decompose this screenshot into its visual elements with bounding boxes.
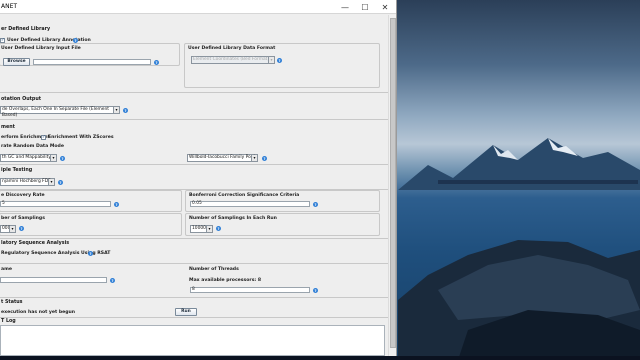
help-icon[interactable]: ? — [19, 226, 24, 231]
close-icon[interactable]: ✕ — [374, 1, 396, 13]
correction-pool-value: Willbold-Iacobucci Family Pools — [189, 155, 257, 160]
samplings-dropdown[interactable]: 000 ▾ — [0, 225, 16, 233]
chevron-down-icon: ▾ — [251, 155, 257, 161]
browse-button[interactable]: Browse — [3, 58, 30, 66]
chevron-down-icon: ▾ — [50, 155, 56, 161]
help-icon[interactable]: ? — [88, 251, 93, 256]
correction-pool-dropdown[interactable]: Willbold-Iacobucci Family Pools ▾ — [187, 154, 258, 162]
help-icon[interactable]: ? — [216, 226, 221, 231]
minimize-icon[interactable]: — — [334, 1, 356, 13]
fdr-label: e Discovery Rate — [1, 193, 45, 198]
divider — [0, 297, 388, 298]
multiple-testing-value: njamini Hochberg FDR — [2, 179, 52, 184]
samplings-each-run-dropdown[interactable]: 10000 ▾ — [190, 225, 213, 233]
coastal-rocks-illustration — [398, 240, 640, 360]
random-data-mode-value: th GC and Mappability — [2, 155, 51, 160]
help-icon[interactable]: ? — [154, 60, 159, 65]
help-icon[interactable]: ? — [110, 278, 115, 283]
chevron-down-icon: ▾ — [206, 226, 212, 232]
status-section-title: t Status — [1, 300, 23, 305]
help-icon[interactable]: ? — [58, 180, 63, 185]
job-name-label: ame — [1, 267, 13, 272]
annotation-output-mode-dropdown[interactable]: de Overlaps, Each One In Separate File (… — [0, 106, 120, 118]
divider — [0, 263, 388, 264]
help-icon[interactable]: ? — [313, 288, 318, 293]
log-textarea[interactable] — [0, 325, 385, 356]
input-file-label: User Defined Library Input File — [1, 46, 81, 51]
settings-form: er Defined Library ✓ User Defined Librar… — [0, 15, 388, 356]
maximize-icon[interactable]: ☐ — [354, 1, 376, 13]
annotation-output-section-title: otation Output — [1, 97, 42, 102]
job-name-field[interactable] — [0, 277, 107, 283]
fdr-field[interactable]: 5 — [0, 201, 111, 207]
help-icon[interactable]: ? — [123, 108, 128, 113]
divider — [0, 164, 388, 165]
window-title: ANET — [1, 3, 18, 10]
taskbar — [0, 356, 640, 360]
help-icon[interactable]: ? — [60, 156, 65, 161]
data-format-dropdown[interactable]: Element Coordinates (Bed Format) ▾ — [191, 56, 275, 64]
enrichment-section-title: ment — [1, 125, 15, 130]
threads-label: Number of Threads — [189, 267, 239, 272]
log-section-title: T Log — [1, 319, 16, 324]
divider — [0, 317, 388, 318]
scrollbar-thumb[interactable] — [390, 18, 396, 348]
help-icon[interactable]: ? — [313, 202, 318, 207]
max-processors-label: Max available processors: 8 — [189, 278, 262, 283]
chevron-down-icon: ▾ — [113, 107, 119, 113]
mountains-illustration — [398, 138, 640, 190]
input-file-field[interactable] — [33, 59, 151, 65]
threads-field[interactable]: 8 — [190, 287, 310, 293]
multiple-testing-section-title: iple Testing — [1, 168, 33, 173]
app-window: ANET — ☐ ✕ er Defined Library ✓ User Def… — [0, 0, 397, 356]
user-library-section-title: er Defined Library — [1, 27, 51, 32]
run-button[interactable]: Run — [175, 308, 197, 316]
random-data-mode-label: rate Random Data Mode — [1, 144, 64, 149]
data-format-label: User Defined Library Data Format — [188, 46, 276, 51]
bonferroni-field[interactable]: 0.05 — [190, 201, 310, 207]
enrichment-zscores-label: Enrichment With ZScores — [48, 135, 114, 140]
annotation-output-mode-value: de Overlaps, Each One In Separate File (… — [2, 107, 109, 118]
vertical-scrollbar[interactable] — [388, 15, 396, 356]
help-icon[interactable]: ? — [277, 58, 282, 63]
divider — [0, 119, 388, 120]
bonferroni-label: Bonferroni Correction Significance Crite… — [189, 193, 300, 198]
multiple-testing-dropdown[interactable]: njamini Hochberg FDR ▾ — [0, 178, 55, 186]
samplings-each-run-value: 10000 — [192, 226, 206, 231]
samplings-label: ber of Samplings — [1, 216, 45, 221]
chevron-down-icon: ▾ — [268, 57, 274, 63]
regulatory-checkbox-label: Regulatory Sequence Analysis Using RSAT — [1, 251, 111, 256]
status-text: execution has not yet begun — [1, 310, 76, 315]
chevron-down-icon: ▾ — [9, 226, 15, 232]
help-icon[interactable]: ? — [114, 202, 119, 207]
help-icon[interactable]: ? — [262, 156, 267, 161]
divider — [0, 238, 388, 239]
regulatory-section-title: latory Sequence Analysis — [1, 241, 70, 246]
data-format-value: Element Coordinates (Bed Format) — [193, 57, 270, 62]
random-data-mode-dropdown[interactable]: th GC and Mappability ▾ — [0, 154, 57, 162]
chevron-down-icon: ▾ — [48, 179, 54, 185]
enrichment-zscores-checkbox[interactable]: ✓ — [41, 135, 46, 140]
divider — [0, 92, 388, 93]
title-bar: ANET — ☐ ✕ — [0, 0, 396, 14]
samplings-each-run-label: Number of Samplings In Each Run — [189, 216, 277, 221]
